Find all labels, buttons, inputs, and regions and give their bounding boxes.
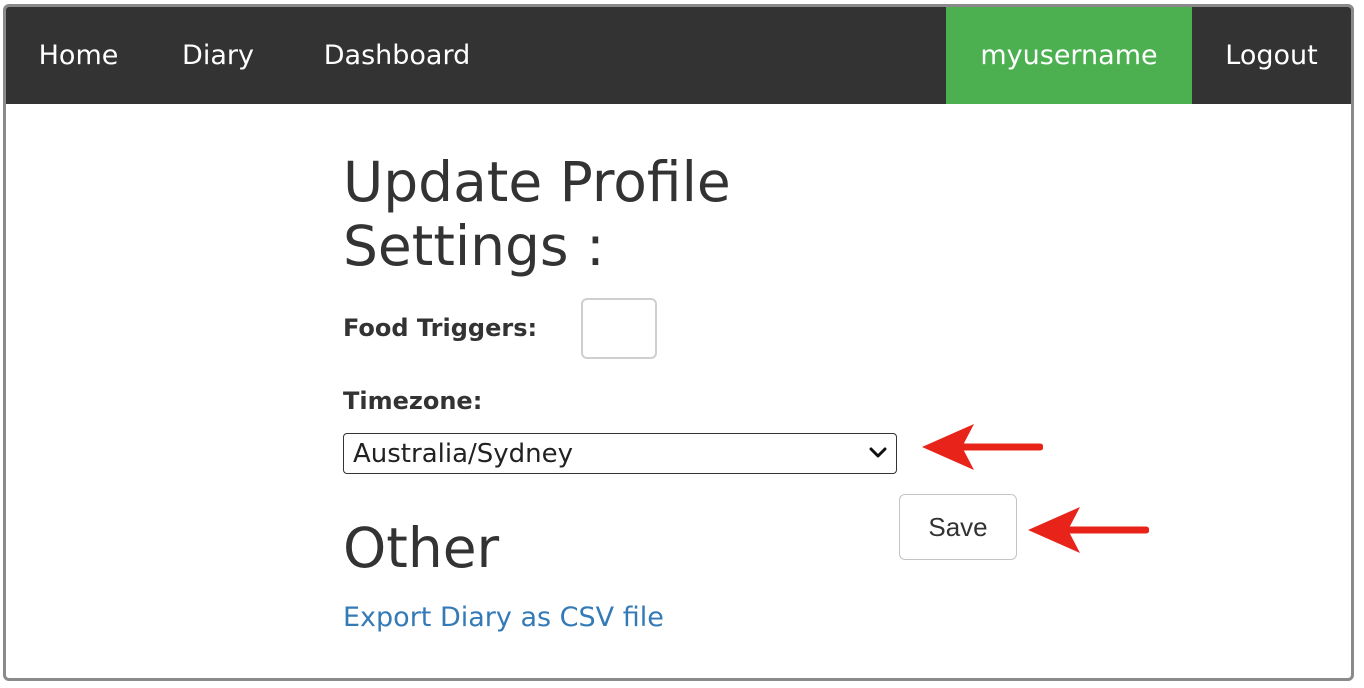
- chevron-down-icon: [869, 447, 887, 458]
- nav-dashboard-link[interactable]: Dashboard: [285, 7, 509, 104]
- timezone-label: Timezone:: [343, 387, 483, 415]
- nav-home-link[interactable]: Home: [6, 7, 151, 104]
- nav-logout-link[interactable]: Logout: [1192, 7, 1351, 104]
- arrow-left-icon: [922, 424, 1043, 470]
- food-triggers-label: Food Triggers:: [343, 314, 538, 342]
- save-button[interactable]: Save: [899, 494, 1017, 560]
- export-csv-link[interactable]: Export Diary as CSV file: [343, 602, 664, 633]
- navbar: Home Diary Dashboard myusername Logout: [6, 7, 1351, 104]
- timezone-select[interactable]: Australia/Sydney: [343, 433, 897, 474]
- browser-frame: Home Diary Dashboard myusername Logout U…: [3, 4, 1354, 681]
- nav-diary-link[interactable]: Diary: [151, 7, 285, 104]
- arrow-left-icon: [1028, 507, 1149, 553]
- page-title: Update Profile Settings :: [343, 150, 731, 278]
- nav-username-link[interactable]: myusername: [946, 7, 1192, 104]
- timezone-selected-value: Australia/Sydney: [353, 439, 574, 469]
- food-triggers-checkbox[interactable]: [581, 298, 657, 359]
- other-heading: Other: [343, 516, 500, 580]
